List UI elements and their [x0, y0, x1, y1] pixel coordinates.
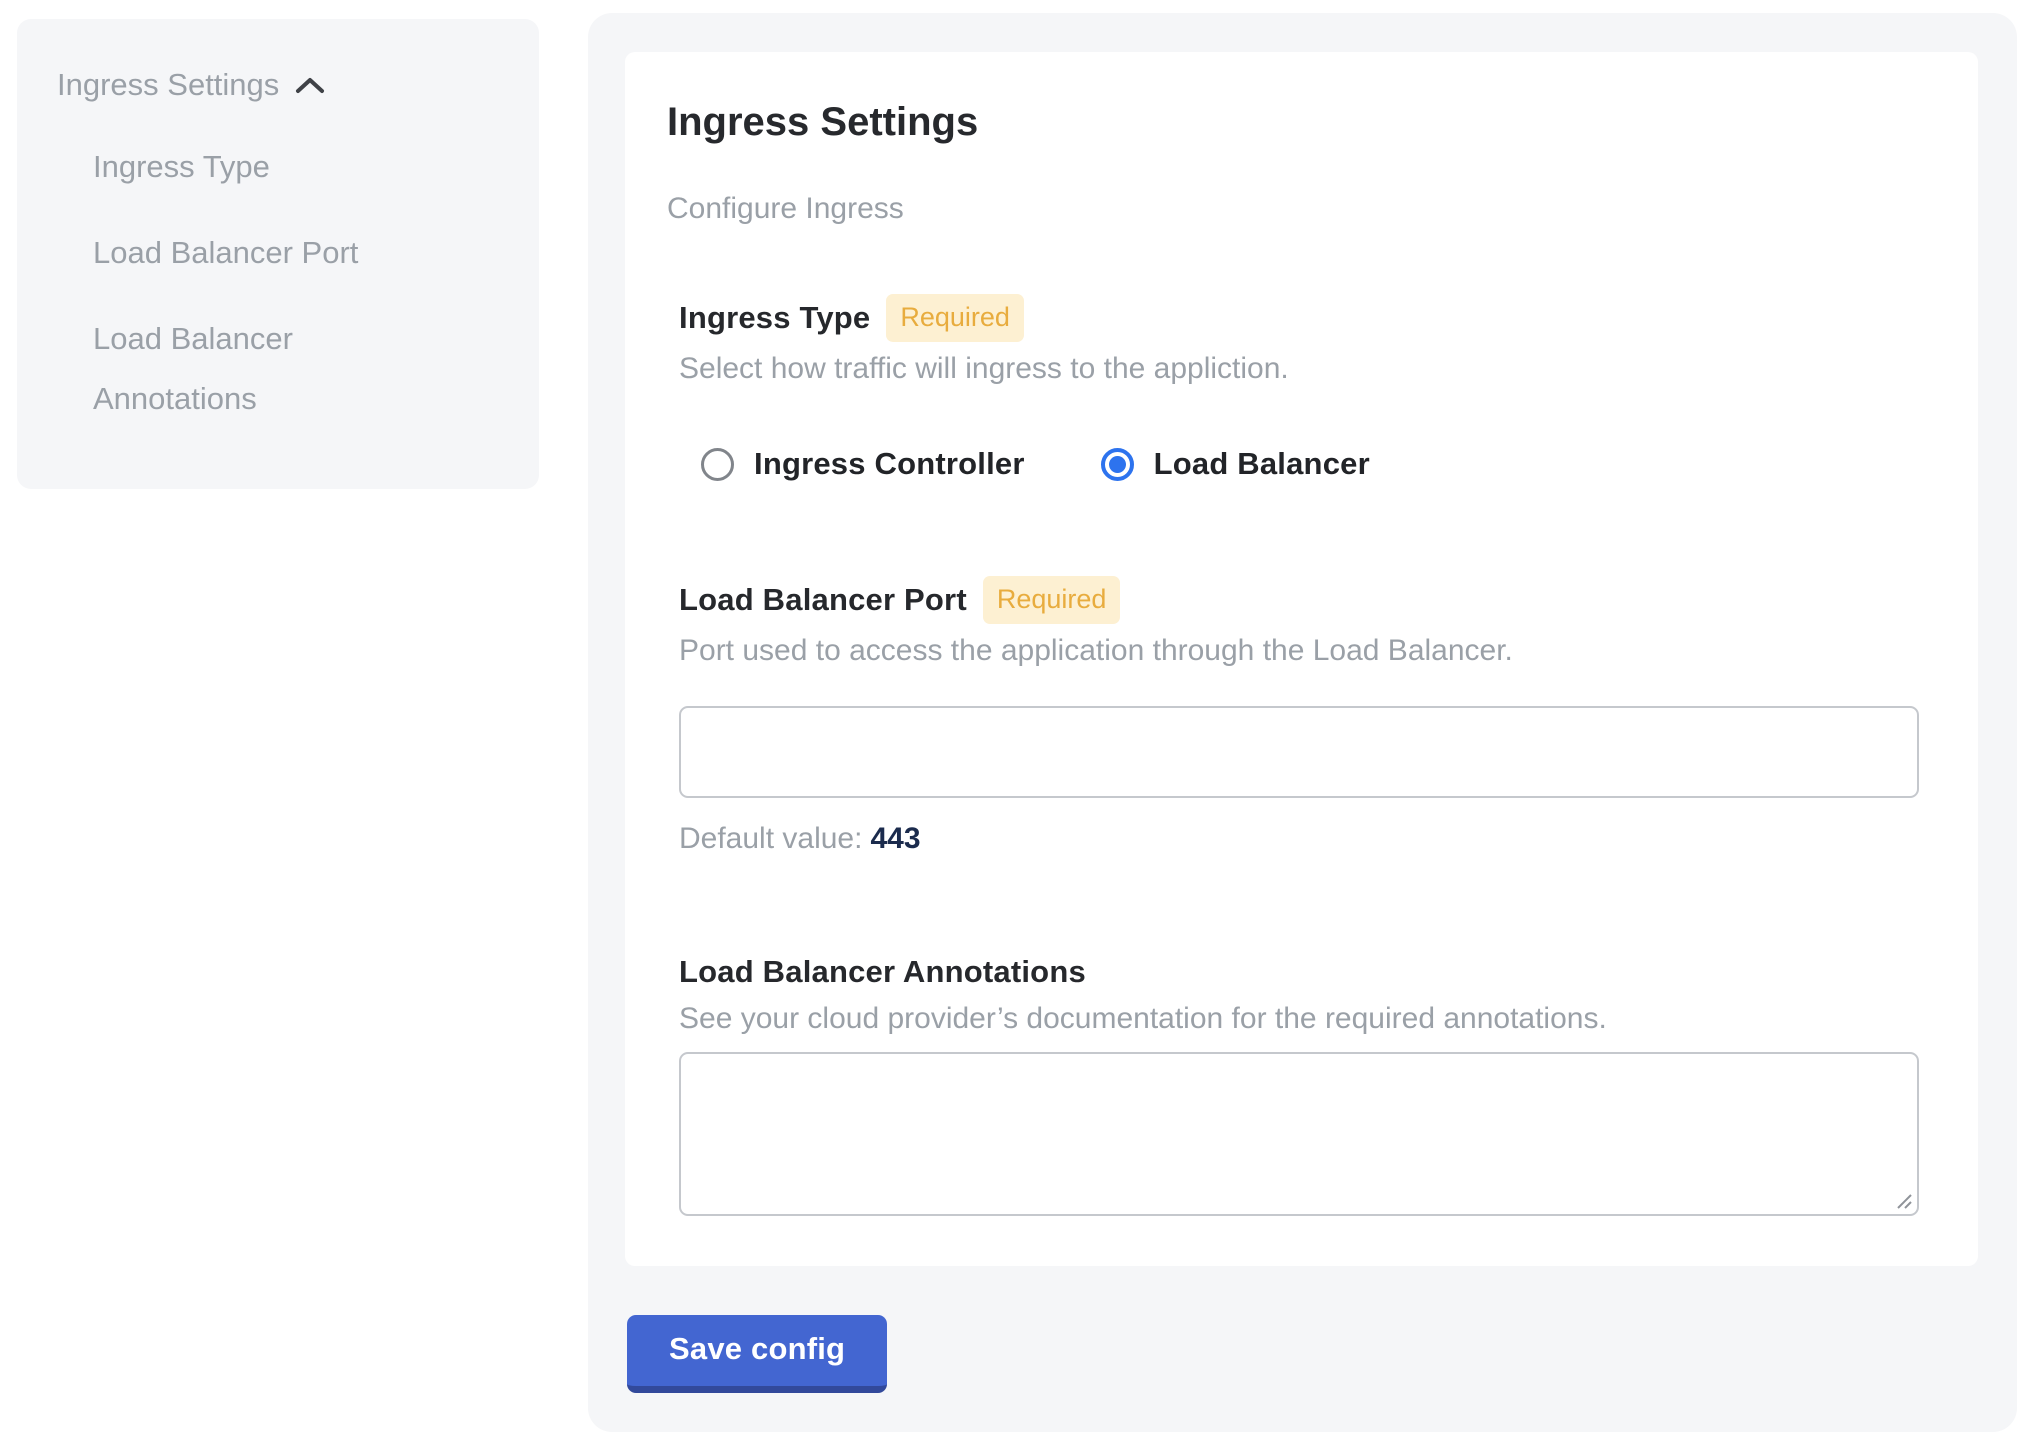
ingress-settings-card: Ingress Settings Configure Ingress Ingre… [625, 52, 1978, 1266]
radio-label-load-balancer: Load Balancer [1154, 446, 1370, 482]
load-balancer-port-input[interactable] [679, 706, 1919, 798]
radio-option-load-balancer[interactable]: Load Balancer [1101, 446, 1370, 482]
default-value: 443 [870, 822, 920, 855]
load-balancer-port-description: Port used to access the application thro… [679, 632, 1936, 670]
load-balancer-annotations-label: Load Balancer Annotations [679, 952, 1086, 992]
ingress-type-description: Select how traffic will ingress to the a… [679, 350, 1936, 388]
save-config-button[interactable]: Save config [627, 1315, 887, 1393]
ingress-type-radio-group: Ingress Controller Load Balancer [701, 446, 1936, 482]
sidebar-item-load-balancer-annotations[interactable]: Load Balancer Annotations [93, 309, 393, 429]
chevron-up-icon [295, 76, 325, 94]
radio-option-ingress-controller[interactable]: Ingress Controller [701, 446, 1025, 482]
required-badge: Required [983, 576, 1121, 624]
page-subtitle: Configure Ingress [667, 190, 1936, 228]
load-balancer-annotations-description: See your cloud provider’s documentation … [679, 1000, 1936, 1038]
section-ingress-type: Ingress Type Required Select how traffic… [679, 294, 1936, 482]
default-value-label: Default value: [679, 822, 862, 855]
section-load-balancer-annotations: Load Balancer Annotations See your cloud… [679, 952, 1936, 1216]
radio-checked-icon[interactable] [1101, 448, 1134, 481]
ingress-type-label: Ingress Type [679, 298, 870, 338]
required-badge: Required [886, 294, 1024, 342]
sidebar-group-label: Ingress Settings [57, 65, 279, 105]
radio-unchecked-icon[interactable] [701, 448, 734, 481]
sidebar-nav: Ingress Type Load Balancer Port Load Bal… [57, 137, 499, 429]
page-title: Ingress Settings [667, 98, 1936, 146]
default-value-line: Default value:443 [679, 820, 1936, 858]
radio-label-ingress-controller: Ingress Controller [754, 446, 1025, 482]
settings-sidebar: Ingress Settings Ingress Type Load Balan… [17, 19, 539, 489]
sidebar-group-ingress-settings[interactable]: Ingress Settings [57, 65, 499, 105]
load-balancer-annotations-textarea[interactable] [679, 1052, 1919, 1216]
sidebar-item-load-balancer-port[interactable]: Load Balancer Port [93, 223, 393, 283]
main-panel: Ingress Settings Configure Ingress Ingre… [588, 13, 2017, 1432]
sidebar-item-ingress-type[interactable]: Ingress Type [93, 137, 393, 197]
section-load-balancer-port: Load Balancer Port Required Port used to… [679, 576, 1936, 858]
load-balancer-port-label: Load Balancer Port [679, 580, 967, 620]
